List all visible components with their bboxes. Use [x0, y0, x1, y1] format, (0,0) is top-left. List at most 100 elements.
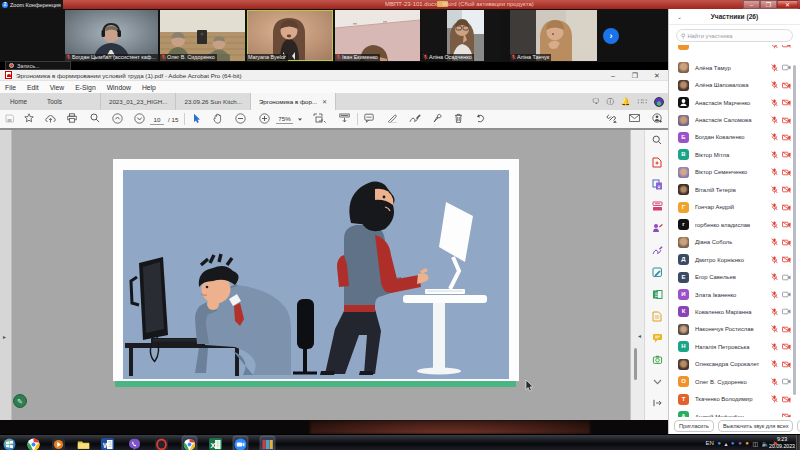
word-icon[interactable]: W [101, 437, 114, 450]
document-scrollbar-thumb[interactable] [634, 348, 637, 380]
print-icon[interactable] [61, 113, 83, 125]
tray-zoom-icon[interactable]: ● [731, 440, 735, 446]
menu-item-edit[interactable]: Edit [27, 84, 39, 91]
participant-row[interactable] [669, 45, 796, 53]
right-panel-collapse-icon[interactable]: ◂ [638, 332, 641, 339]
share-link-icon[interactable] [599, 114, 623, 125]
participant-row[interactable]: Віталій Тетерів [669, 181, 796, 198]
video-tile[interactable]: Олег В. Сидоренко [160, 10, 245, 61]
taskbar-clock[interactable]: 9:23 20.09.2023 [765, 436, 799, 449]
word-close-button[interactable]: ✕ [777, 0, 798, 9]
tool-request-sign-icon[interactable] [651, 223, 663, 235]
participant-row[interactable]: ГГончар Андрій [669, 199, 796, 216]
undo-icon[interactable] [469, 113, 491, 125]
start-button[interactable] [3, 437, 16, 450]
participants-scrollbar[interactable] [793, 65, 796, 395]
participant-row[interactable]: ООлег В. Судоренко [669, 373, 796, 390]
media-player-icon[interactable] [52, 437, 65, 450]
participant-row[interactable]: Олександра Сорокалет [669, 356, 796, 373]
video-tile[interactable]: Аліна Осадченко [422, 10, 500, 61]
participant-row[interactable]: Алёна Тамур [669, 59, 796, 76]
account-avatar[interactable] [654, 97, 664, 107]
participant-row[interactable]: Віктор Семенченко [669, 164, 796, 181]
tool-create-pdf-icon[interactable] [651, 157, 663, 169]
next-page-icon[interactable] [128, 113, 150, 126]
document-scrollbar[interactable]: ◂ [630, 130, 644, 420]
zoom-out-icon[interactable] [229, 113, 252, 126]
participant-search-input[interactable]: ⚲ Найти участника [676, 29, 793, 42]
participant-row[interactable]: ИЗлата Іваненко [669, 286, 796, 303]
delete-icon[interactable] [448, 113, 469, 125]
select-tool-icon[interactable] [185, 113, 207, 126]
video-tile[interactable]: Maryana Byelor [247, 10, 333, 61]
email-icon[interactable] [623, 114, 646, 124]
participant-row[interactable]: ДДмитро Корнієнко [669, 251, 796, 268]
tool-comment-bubble-icon[interactable] [651, 333, 663, 345]
apps-grid-icon[interactable]: ∷∷ [637, 97, 647, 106]
participant-row[interactable]: Анастасія Марченко [669, 94, 796, 111]
stamp-icon[interactable] [426, 113, 448, 125]
video-strip-next-button[interactable]: › [603, 28, 619, 44]
zoom-level-input[interactable]: 75% [276, 115, 292, 124]
tab-document[interactable]: 2023_01_23_HIGH... [100, 93, 175, 110]
page-number-input[interactable]: 10 [150, 114, 164, 125]
tab-document[interactable]: Эргономика в фор...✕ [250, 93, 336, 110]
highlight-icon[interactable] [381, 113, 404, 125]
chrome-icon[interactable] [27, 437, 40, 450]
participant-row[interactable]: Наконечук Ростислав [669, 321, 796, 338]
fit-width-icon[interactable] [333, 113, 357, 125]
annotation-tool-fab[interactable]: ✎ [13, 394, 27, 408]
star-icon[interactable] [18, 113, 39, 125]
left-panel-expand-icon[interactable]: ▸ [3, 333, 6, 340]
menu-item-window[interactable]: Window [107, 84, 131, 91]
tool-comment-page-icon[interactable] [651, 311, 663, 323]
tab-tools[interactable]: Tools [37, 93, 72, 110]
fit-page-icon[interactable] [307, 113, 333, 125]
tray-display-icon[interactable]: ◫ [752, 440, 758, 447]
tool-export-icon[interactable] [651, 289, 663, 301]
tray-viber-icon[interactable]: ● [738, 440, 742, 446]
add-user-icon[interactable] [646, 113, 668, 125]
participant-row[interactable]: ББогдан Коваленко [669, 129, 796, 146]
word-minimize-button[interactable]: – [743, 0, 760, 9]
menu-item-e-sign[interactable]: E-Sign [75, 84, 95, 91]
sign-icon[interactable] [404, 113, 426, 125]
zoom-dropdown-icon[interactable] [293, 115, 307, 124]
zoom-in-icon[interactable] [252, 113, 276, 126]
participant-row[interactable]: Алёна Шаповалова [669, 76, 796, 93]
tray-app-icon[interactable]: ● [745, 440, 749, 446]
tab-close-icon[interactable]: ✕ [322, 98, 327, 105]
tool-scan-icon[interactable] [651, 355, 663, 367]
participant-row[interactable]: ААндрій Medvediev [669, 408, 796, 417]
previous-page-icon[interactable] [107, 113, 128, 126]
opera-icon[interactable] [155, 437, 168, 450]
tool-edit-pdf-icon[interactable] [651, 267, 663, 279]
search-icon[interactable] [83, 113, 107, 125]
tab-home[interactable]: Home [0, 93, 37, 110]
participant-row[interactable]: ВВіктор Мітла [669, 146, 796, 163]
acrobat-close-button[interactable]: ✕ [646, 70, 668, 81]
help-icon[interactable]: ⓘ [607, 97, 615, 107]
comment-icon[interactable] [358, 113, 381, 125]
participant-row[interactable]: ггорбенко владислав [669, 216, 796, 233]
tool-fill-sign-icon[interactable] [651, 245, 663, 257]
tool-combine-icon[interactable] [651, 179, 663, 191]
tool-expand-icon[interactable] [651, 399, 663, 411]
video-tile[interactable]: Аліна Танчук [510, 10, 597, 61]
show-desktop-button[interactable] [796, 435, 800, 450]
tool-organize-icon[interactable] [651, 201, 663, 213]
menu-item-view[interactable]: View [50, 84, 65, 91]
participants-menu-chevron-icon[interactable]: ⌄ [677, 13, 682, 20]
acrobat-minimize-button[interactable]: – [602, 70, 624, 81]
participant-row[interactable]: Анастасія Саломова [669, 111, 796, 128]
excel-icon[interactable]: X [209, 437, 222, 450]
word-restore-button[interactable]: ❐ [760, 0, 777, 9]
bell-icon[interactable]: 🔔 [621, 97, 630, 106]
participant-row[interactable]: ЕЕгор Савельев [669, 268, 796, 285]
explorer-icon[interactable] [77, 437, 90, 450]
save-icon[interactable] [0, 114, 18, 125]
viber-icon[interactable] [128, 437, 141, 450]
menu-item-file[interactable]: File [5, 84, 16, 91]
invite-button[interactable]: Пригласить [674, 420, 714, 432]
tray-arrow-icon[interactable]: ▴ [725, 440, 728, 447]
